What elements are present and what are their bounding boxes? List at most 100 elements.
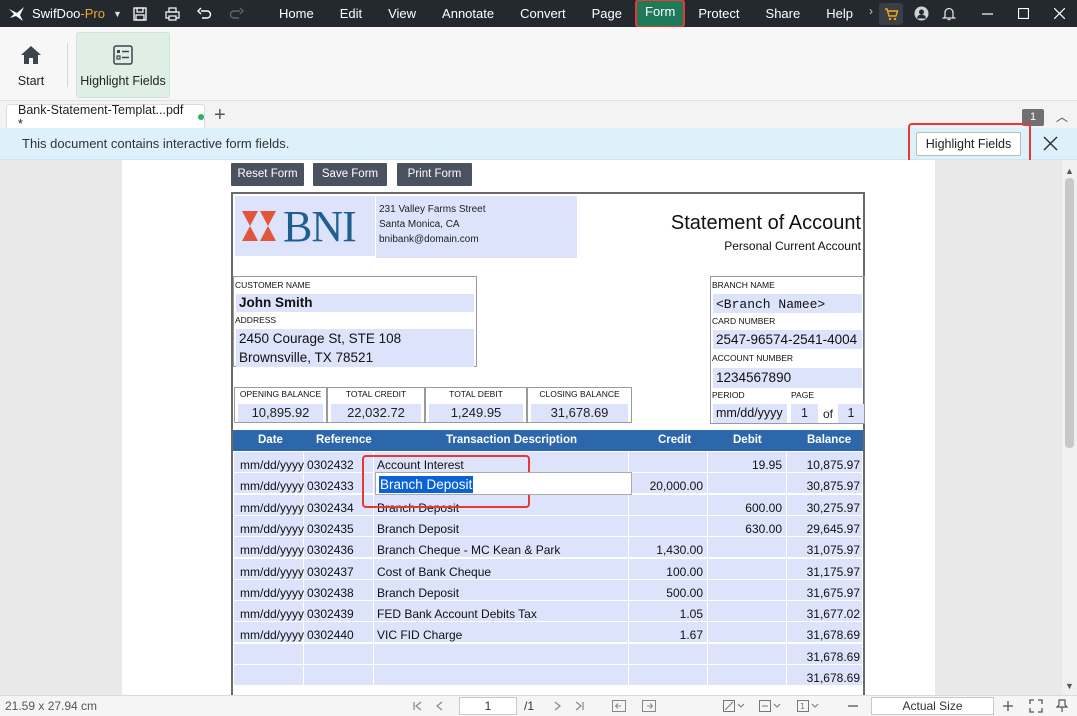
cell-balance[interactable]: 30,275.97 <box>787 494 863 515</box>
cell-balance[interactable]: 10,875.97 <box>787 452 863 472</box>
cell-desc[interactable] <box>374 643 629 664</box>
cell-ref[interactable] <box>304 665 374 685</box>
cell-balance[interactable]: 31,675.97 <box>787 579 863 600</box>
page-total-field[interactable]: 1 <box>838 404 864 423</box>
next-page-icon[interactable] <box>549 698 565 714</box>
total-credit-field[interactable]: 22,032.72 <box>331 404 421 422</box>
bell-icon[interactable] <box>935 0 963 27</box>
cell-date[interactable]: mm/dd/yyyy <box>234 537 304 558</box>
cell-date[interactable]: mm/dd/yyyy <box>234 622 304 643</box>
menu-home[interactable]: Home <box>266 0 327 27</box>
cell-ref[interactable]: 0302439 <box>304 601 374 622</box>
highlight-fields-ribbon-button[interactable]: Highlight Fields <box>76 32 170 98</box>
cell-date[interactable] <box>234 665 304 685</box>
cell-debit[interactable]: 19.95 <box>708 452 787 472</box>
cell-credit[interactable]: 1,430.00 <box>629 537 708 558</box>
close-notification-icon[interactable] <box>1042 135 1059 152</box>
layout-icon[interactable] <box>758 698 782 714</box>
cell-balance[interactable]: 31,075.97 <box>787 537 863 558</box>
last-page-icon[interactable] <box>571 698 587 714</box>
pin-icon[interactable] <box>1054 698 1070 714</box>
cart-icon[interactable] <box>879 2 903 25</box>
cell-date[interactable]: mm/dd/yyyy <box>234 494 304 515</box>
scroll-up-icon[interactable]: ▲ <box>1065 166 1074 176</box>
reset-form-button[interactable]: Reset Form <box>231 163 304 186</box>
cell-credit[interactable] <box>629 643 708 664</box>
cell-balance[interactable]: 31,175.97 <box>787 558 863 579</box>
cell-debit[interactable]: 600.00 <box>708 494 787 515</box>
chevron-up-icon[interactable]: ︿ <box>1056 108 1068 125</box>
opening-balance-field[interactable]: 10,895.92 <box>238 404 323 422</box>
cell-debit[interactable] <box>708 601 787 622</box>
previous-page-icon[interactable] <box>432 698 448 714</box>
customer-name-field[interactable]: John Smith <box>236 294 474 312</box>
zoom-out-icon[interactable] <box>845 698 861 714</box>
cell-ref[interactable]: 0302437 <box>304 558 374 579</box>
cell-date[interactable]: mm/dd/yyyy <box>234 452 304 472</box>
account-number-field[interactable]: 1234567890 <box>713 368 862 388</box>
cell-desc[interactable]: Branch Deposit <box>374 515 629 536</box>
fit-width-icon[interactable] <box>1028 698 1044 714</box>
cell-balance[interactable]: 29,645.97 <box>787 515 863 536</box>
first-page-icon[interactable] <box>410 698 426 714</box>
menu-protect[interactable]: Protect <box>685 0 752 27</box>
scroll-down-icon[interactable]: ▼ <box>1065 681 1074 691</box>
back-view-icon[interactable] <box>611 698 627 714</box>
redo-icon[interactable] <box>224 3 248 25</box>
cell-date[interactable]: mm/dd/yyyy <box>234 473 304 494</box>
menu-annotate[interactable]: Annotate <box>429 0 507 27</box>
cell-debit[interactable] <box>708 665 787 685</box>
cell-desc[interactable]: Branch Deposit <box>374 579 629 600</box>
period-field[interactable]: mm/dd/yyyy <box>713 404 787 423</box>
app-menu[interactable]: SwifDoo-Pro ▼ <box>0 6 124 22</box>
zoom-select[interactable]: Actual Size <box>871 697 994 715</box>
undo-icon[interactable] <box>192 3 216 25</box>
maximize-icon[interactable] <box>1005 0 1041 27</box>
highlight-fields-button[interactable]: Highlight Fields <box>916 132 1021 156</box>
cell-balance[interactable]: 30,875.97 <box>787 473 863 494</box>
cell-debit[interactable] <box>708 622 787 643</box>
cell-credit[interactable]: 1.67 <box>629 622 708 643</box>
cell-desc[interactable]: FED Bank Account Debits Tax <box>374 601 629 622</box>
document-tab[interactable]: Bank-Statement-Templat...pdf * <box>6 103 205 131</box>
address-line1-field[interactable]: 2450 Courage St, STE 108 <box>236 329 474 348</box>
cell-balance[interactable]: 31,678.69 <box>787 665 863 685</box>
zoom-in-icon[interactable] <box>1000 698 1016 714</box>
spread-icon[interactable]: 1 <box>796 698 820 714</box>
cell-date[interactable]: mm/dd/yyyy <box>234 579 304 600</box>
cell-debit[interactable]: 630.00 <box>708 515 787 536</box>
menu-page[interactable]: Page <box>579 0 635 27</box>
card-number-field[interactable]: 2547-96574-2541-4004 <box>713 330 862 349</box>
cell-debit[interactable] <box>708 643 787 664</box>
user-icon[interactable] <box>907 0 935 27</box>
cell-desc[interactable]: VIC FID Charge <box>374 622 629 643</box>
cell-ref[interactable]: 0302438 <box>304 579 374 600</box>
closing-balance-field[interactable]: 31,678.69 <box>531 404 628 422</box>
cell-date[interactable]: mm/dd/yyyy <box>234 515 304 536</box>
menu-form[interactable]: Form <box>635 0 686 28</box>
menu-view[interactable]: View <box>375 0 429 27</box>
cell-debit[interactable] <box>708 473 787 494</box>
cell-date[interactable]: mm/dd/yyyy <box>234 601 304 622</box>
page-number-field[interactable]: 1 <box>791 404 818 423</box>
scrollbar-thumb[interactable] <box>1065 178 1074 448</box>
cell-credit[interactable]: 20,000.00 <box>629 473 708 494</box>
menu-convert[interactable]: Convert <box>507 0 579 27</box>
menu-edit[interactable]: Edit <box>327 0 375 27</box>
address-line2-field[interactable]: Brownsville, TX 78521 <box>236 348 474 367</box>
add-tab-icon[interactable]: + <box>214 104 226 126</box>
save-form-button[interactable]: Save Form <box>313 163 387 186</box>
forward-view-icon[interactable] <box>641 698 657 714</box>
cell-ref[interactable]: 0302435 <box>304 515 374 536</box>
close-window-icon[interactable] <box>1041 0 1077 27</box>
page-mode-icon[interactable] <box>722 698 746 714</box>
cell-date[interactable]: mm/dd/yyyy <box>234 558 304 579</box>
cell-ref[interactable]: 0302436 <box>304 537 374 558</box>
cell-credit[interactable]: 100.00 <box>629 558 708 579</box>
cell-balance[interactable]: 31,678.69 <box>787 643 863 664</box>
cell-desc[interactable]: Branch Cheque - MC Kean & Park <box>374 537 629 558</box>
cell-credit[interactable]: 1.05 <box>629 601 708 622</box>
cell-credit[interactable] <box>629 515 708 536</box>
print-icon[interactable] <box>160 3 184 25</box>
minimize-icon[interactable] <box>969 0 1005 27</box>
